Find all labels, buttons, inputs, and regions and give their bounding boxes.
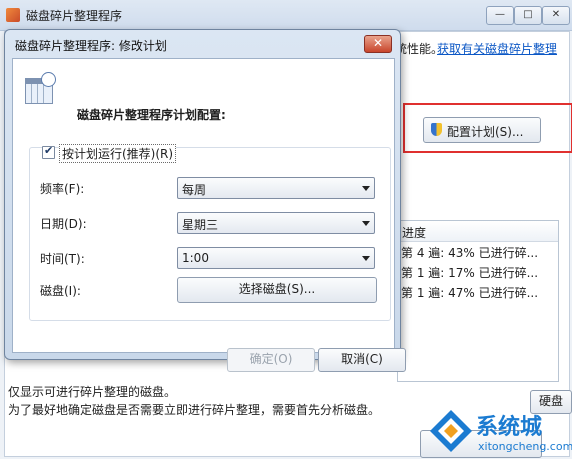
watermark-logo-icon	[430, 410, 472, 452]
day-value: 星期三	[182, 218, 219, 232]
watermark: 系统城 xitongcheng.com	[428, 404, 572, 458]
day-select[interactable]: 星期三	[177, 212, 375, 234]
progress-column-header: 进度	[402, 226, 427, 240]
minimize-button[interactable]: —	[486, 6, 514, 25]
uac-shield-icon	[431, 123, 442, 136]
table-row[interactable]: 第 4 遍: 43% 已进行碎...	[401, 244, 538, 261]
day-label: 日期(D):	[40, 217, 87, 231]
time-select[interactable]: 1:00	[177, 247, 375, 269]
select-disks-button[interactable]: 选择磁盘(S)...	[177, 277, 377, 303]
maximize-button[interactable]: □	[514, 6, 542, 25]
table-row[interactable]: 第 1 遍: 47% 已进行碎...	[401, 284, 538, 301]
footer-note-1: 仅显示可进行碎片整理的磁盘。	[8, 385, 177, 399]
run-on-schedule-checkbox[interactable]: ✔	[42, 144, 55, 159]
chevron-down-icon	[362, 186, 370, 191]
footer-note-2: 为了最好地确定磁盘是否需要立即进行碎片整理，需要首先分析磁盘。	[8, 403, 381, 417]
watermark-text: 系统城	[476, 415, 543, 440]
dialog-close-button[interactable]: ✕	[364, 35, 392, 53]
time-label: 时间(T):	[40, 252, 85, 266]
disk-label: 磁盘(I):	[40, 284, 81, 298]
cancel-button[interactable]: 取消(C)	[318, 348, 406, 372]
run-on-schedule-label[interactable]: 按计划运行(推荐)(R)	[59, 144, 177, 163]
table-row[interactable]: 第 1 遍: 17% 已进行碎...	[401, 264, 538, 281]
checkmark-icon: ✔	[44, 144, 54, 157]
dialog-title: 磁盘碎片整理程序: 修改计划	[15, 39, 167, 53]
chevron-down-icon	[362, 221, 370, 226]
frequency-value: 每周	[182, 183, 207, 197]
dialog-body: 磁盘碎片整理程序计划配置: ✔ 按计划运行(推荐)(R) 频率(F): 每周 日…	[12, 58, 406, 372]
calendar-clock-icon	[25, 72, 56, 104]
watermark-url: xitongcheng.com	[478, 440, 572, 453]
configure-schedule-label: 配置计划(S)...	[447, 125, 524, 139]
intro-text: 统性能。	[395, 42, 444, 56]
configure-schedule-button[interactable]: 配置计划(S)...	[423, 117, 541, 143]
time-value: 1:00	[182, 251, 209, 265]
main-close-button[interactable]: ✕	[542, 6, 570, 25]
main-window-title: 磁盘碎片整理程序	[26, 9, 123, 23]
frequency-select[interactable]: 每周	[177, 177, 375, 199]
table-header: 进度	[398, 221, 558, 242]
frequency-label: 频率(F):	[40, 182, 85, 196]
main-titlebar: 磁盘碎片整理程序 — □ ✕	[0, 0, 572, 31]
disk-progress-table: 进度 第 4 遍: 43% 已进行碎... 第 1 遍: 17% 已进行碎...…	[397, 220, 559, 382]
chevron-down-icon	[362, 256, 370, 261]
defrag-app-icon	[6, 8, 20, 22]
schedule-heading: 磁盘碎片整理程序计划配置:	[77, 108, 226, 122]
help-link[interactable]: 获取有关磁盘碎片整理	[437, 40, 557, 57]
ok-button[interactable]: 确定(O)	[227, 348, 315, 372]
modify-schedule-dialog: 磁盘碎片整理程序: 修改计划 ✕ 磁盘碎片整理程序计划配置: ✔ 按计划运行(推…	[4, 29, 406, 372]
